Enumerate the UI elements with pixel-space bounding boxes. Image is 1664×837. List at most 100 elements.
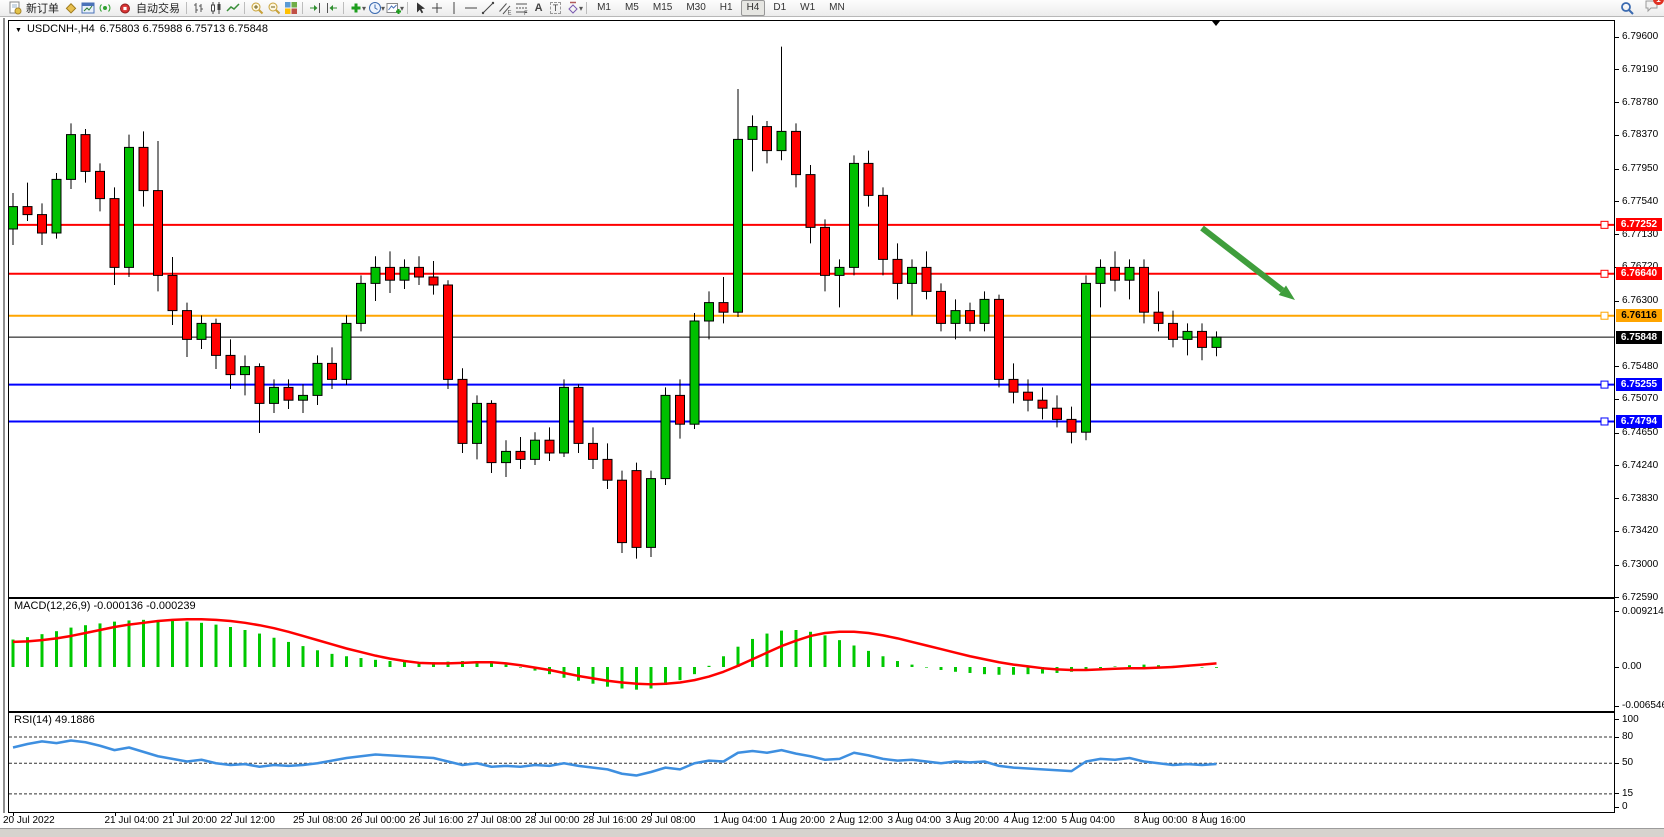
market-watch-icon[interactable] (79, 0, 96, 16)
new-order-button[interactable]: 新订单 (3, 0, 62, 16)
price-chart-canvas[interactable] (9, 21, 1614, 597)
charts-icon[interactable] (62, 0, 79, 16)
collapse-chart-icon[interactable]: ▼ (15, 27, 22, 34)
price-tag-6.75848: 6.75848 (1616, 331, 1662, 344)
candle (908, 259, 917, 315)
chart-symbol-timeframe: USDCNH-,H4 (27, 23, 95, 35)
cursor-icon[interactable] (411, 0, 428, 16)
hline-6.75255[interactable] (9, 381, 1614, 388)
svg-text:E: E (507, 11, 511, 16)
time-tick-label: 21 Jul 20:00 (163, 815, 218, 826)
timeframe-button-mn[interactable]: MN (823, 0, 851, 16)
tile-windows-icon[interactable] (282, 0, 299, 16)
trendline-icon[interactable] (479, 0, 496, 16)
time-axis[interactable]: 20 Jul 202221 Jul 04:0021 Jul 20:0022 Ju… (0, 813, 1615, 828)
candle (516, 437, 525, 469)
equidistant-channel-icon[interactable]: E (496, 0, 513, 16)
main-chart-pane[interactable]: ▼ USDCNH-,H4 6.75803 6.75988 6.75713 6.7… (8, 20, 1615, 598)
time-tick-label: 25 Jul 08:00 (293, 815, 348, 826)
candle (763, 121, 772, 163)
timeframe-button-m15[interactable]: M15 (647, 0, 678, 16)
horizontal-line-icon[interactable] (462, 0, 479, 16)
macd-pane[interactable]: MACD(12,26,9) -0.000136 -0.000239 (8, 598, 1615, 712)
zoom-out-icon[interactable] (265, 0, 282, 16)
price-tick-label: 6.79190 (1622, 64, 1658, 76)
candle (81, 129, 90, 183)
candle (560, 379, 569, 457)
rsi-pane[interactable]: RSI(14) 49.1886 (8, 712, 1615, 813)
candle (154, 141, 163, 291)
timeframe-button-h4[interactable]: H4 (741, 0, 766, 16)
bar-chart-icon[interactable] (190, 0, 207, 16)
time-tick-label: 2 Aug 12:00 (830, 815, 883, 826)
chart-shift-icon[interactable] (323, 0, 340, 16)
time-tick-label: 20 Jul 2022 (3, 815, 55, 826)
timeframe-button-h1[interactable]: H1 (714, 0, 739, 16)
line-chart-icon[interactable] (224, 0, 241, 16)
candle (52, 173, 61, 239)
candle (531, 432, 540, 465)
candle (386, 251, 395, 293)
candle (1096, 259, 1105, 307)
hline-6.74794[interactable] (9, 418, 1614, 425)
candle (1082, 275, 1091, 440)
timeframe-toolbar: M1M5M15M30H1H4D1W1MN (590, 0, 852, 16)
templates-dropdown-icon[interactable]: ▾ (400, 4, 404, 13)
candle (922, 251, 931, 299)
arrows-dropdown-icon[interactable]: ▾ (579, 4, 583, 13)
candle (9, 193, 18, 245)
candle (748, 115, 757, 171)
candle (67, 123, 76, 189)
hline-6.76640[interactable] (9, 270, 1614, 277)
zoom-in-icon[interactable] (248, 0, 265, 16)
window-left-edge (3, 18, 5, 834)
candle (299, 384, 308, 413)
candle (821, 219, 830, 291)
candle (429, 261, 438, 295)
candle (1140, 259, 1149, 323)
candle (937, 283, 946, 331)
text-icon[interactable]: A (530, 0, 547, 16)
rsi-axis-label: 100 (1622, 714, 1639, 726)
toolbar-separator (302, 2, 303, 14)
candlestick-chart-icon[interactable] (207, 0, 224, 16)
time-tick-label: 5 Aug 04:00 (1062, 815, 1115, 826)
candle (777, 47, 786, 161)
toolbar-separator (186, 2, 187, 14)
time-tick-label: 1 Aug 20:00 (772, 815, 825, 826)
crosshair-icon[interactable] (428, 0, 445, 16)
autotrading-icon (116, 0, 133, 16)
time-tick-label: 1 Aug 04:00 (714, 815, 767, 826)
vertical-line-icon[interactable] (445, 0, 462, 16)
fibonacci-icon[interactable]: F (513, 0, 530, 16)
timeframe-button-m30[interactable]: M30 (680, 0, 711, 16)
candle (980, 291, 989, 331)
candle (328, 347, 337, 389)
timeframe-button-m1[interactable]: M1 (591, 0, 617, 16)
timeframe-button-w1[interactable]: W1 (794, 0, 821, 16)
candle (125, 135, 134, 277)
toolbar: 新订单 自动交易 ▾ ▾ ▾ E F A T ▾ M (0, 0, 1664, 17)
chat-button[interactable]: 1 (1644, 0, 1660, 18)
timeframe-button-d1[interactable]: D1 (767, 0, 792, 16)
timeframe-button-m5[interactable]: M5 (619, 0, 645, 16)
signals-icon[interactable] (96, 0, 113, 16)
macd-canvas[interactable] (9, 599, 1614, 711)
price-tag-6.74794: 6.74794 (1616, 415, 1662, 428)
autotrading-button[interactable]: 自动交易 (113, 0, 183, 16)
candle (618, 471, 627, 553)
rsi-canvas[interactable] (9, 713, 1614, 812)
trend-arrow[interactable] (1202, 228, 1295, 300)
time-tick-label: 3 Aug 20:00 (946, 815, 999, 826)
chart-shift-marker-icon[interactable] (1212, 21, 1220, 26)
hline-6.76116[interactable] (9, 312, 1614, 319)
text-label-icon[interactable]: T (547, 0, 564, 16)
search-icon[interactable] (1619, 0, 1636, 16)
candle (792, 123, 801, 187)
price-axis[interactable]: 6.796006.791906.787806.783706.779506.775… (1615, 20, 1664, 828)
time-tick-label: 26 Jul 00:00 (351, 815, 406, 826)
auto-scroll-icon[interactable] (306, 0, 323, 16)
rsi-axis-label: 50 (1622, 757, 1633, 769)
price-tick-label: 6.75070 (1622, 393, 1658, 405)
price-tick-label: 6.77950 (1622, 163, 1658, 175)
